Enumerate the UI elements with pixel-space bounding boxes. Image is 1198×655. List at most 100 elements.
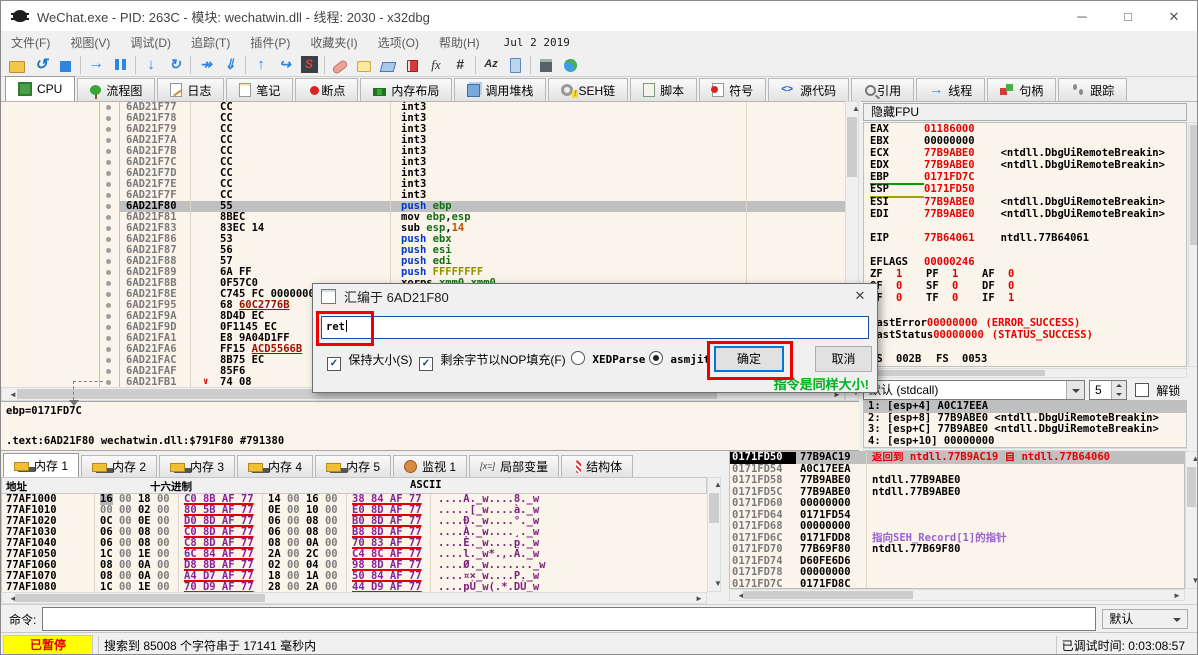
stack-row[interactable]: 0171FD5877B9ABE0ntdll.77B9ABE0 bbox=[730, 475, 1184, 487]
menu-item-5[interactable]: 插件(P) bbox=[240, 34, 300, 51]
breakpoint-dot-cell[interactable] bbox=[100, 278, 120, 289]
patches-button[interactable] bbox=[328, 54, 352, 76]
pause-button[interactable] bbox=[108, 54, 132, 76]
breakpoint-dot-cell[interactable] bbox=[100, 201, 120, 212]
stack-arguments-view[interactable]: 1: [esp+4] A0C17EEA2: [esp+8] 77B9ABE0 <… bbox=[863, 400, 1187, 448]
breakpoint-dot-cell[interactable] bbox=[100, 245, 120, 256]
breakpoint-dot-cell[interactable] bbox=[100, 157, 120, 168]
dump-tab-内存-3[interactable]: 内存 3 bbox=[159, 455, 235, 477]
bookmarks-button[interactable] bbox=[400, 54, 424, 76]
assemble-instruction-input[interactable]: ret bbox=[321, 316, 869, 339]
register-row[interactable] bbox=[864, 220, 1186, 232]
breakpoint-dot-cell[interactable] bbox=[100, 234, 120, 245]
tab-references[interactable]: 引用 bbox=[851, 78, 914, 101]
calling-convention-select[interactable]: 默认 (stdcall) bbox=[863, 380, 1085, 400]
command-profile-select[interactable]: 默认 bbox=[1102, 609, 1188, 629]
register-row[interactable]: CF0TF0IF1 bbox=[864, 292, 1186, 304]
ok-button[interactable]: 确定 bbox=[714, 346, 784, 372]
stepper-arrows-icon[interactable] bbox=[1111, 381, 1126, 399]
stack-row[interactable]: 0171FD6000000000 bbox=[730, 498, 1184, 510]
register-row[interactable]: ZF1PF1AF0 bbox=[864, 268, 1186, 280]
tab-callstack[interactable]: 调用堆栈 bbox=[454, 78, 546, 101]
menu-item-6[interactable]: 收藏夹(I) bbox=[300, 34, 367, 51]
hide-fpu-button[interactable]: 隐藏FPU bbox=[863, 103, 1187, 121]
stop-button[interactable] bbox=[53, 54, 77, 76]
maximize-button[interactable]: □ bbox=[1105, 2, 1151, 31]
breakpoint-dot-cell[interactable] bbox=[100, 300, 120, 311]
breakpoint-dot-cell[interactable] bbox=[100, 102, 120, 113]
tab-graph[interactable]: 流程图 bbox=[77, 78, 155, 101]
stack-row[interactable]: 0171FD6800000000 bbox=[730, 521, 1184, 533]
scylla-button[interactable] bbox=[297, 54, 321, 76]
tab-source[interactable]: 源代码 bbox=[768, 78, 849, 101]
step-out-button[interactable] bbox=[249, 54, 273, 76]
stack-panel[interactable]: 0171FD5077B9AC19返回到 ntdll.77B9AC19 自 ntd… bbox=[729, 451, 1185, 589]
tab-symbols[interactable]: 符号 bbox=[699, 78, 766, 101]
menu-item-3[interactable]: 调试(D) bbox=[120, 34, 181, 51]
breakpoint-dot-cell[interactable] bbox=[100, 344, 120, 355]
register-row[interactable]: EBP0171FD7C bbox=[864, 171, 1186, 183]
register-row[interactable]: GS002BFS0053 bbox=[864, 353, 1186, 365]
dump-tab-内存-1[interactable]: 内存 1 bbox=[3, 453, 79, 477]
stack-row[interactable]: 0171FD7C0171FD8C bbox=[730, 579, 1184, 590]
stack-row[interactable]: 0171FD640171FD54 bbox=[730, 510, 1184, 522]
breakpoint-dot-cell[interactable] bbox=[100, 223, 120, 234]
xedparse-option[interactable]: XEDParse bbox=[571, 351, 645, 366]
breakpoint-dot-cell[interactable] bbox=[100, 124, 120, 135]
asmjit-radio[interactable] bbox=[649, 351, 663, 365]
functions-button[interactable] bbox=[424, 54, 448, 76]
register-row[interactable]: LastStatus00000000(STATUS_SUCCESS) bbox=[864, 329, 1186, 341]
dump-tab-局部变量[interactable]: 局部变量 bbox=[469, 455, 559, 477]
settings-globe-button[interactable] bbox=[558, 54, 582, 76]
breakpoint-dot-cell[interactable] bbox=[100, 289, 120, 300]
register-row[interactable] bbox=[864, 304, 1186, 316]
stack-hscrollbar[interactable]: ◄► bbox=[729, 589, 1185, 601]
breakpoint-dot-cell[interactable] bbox=[100, 113, 120, 124]
asmjit-option[interactable]: asmjit bbox=[649, 351, 710, 366]
keep-size-checkbox[interactable] bbox=[327, 357, 341, 371]
tab-breakpoint[interactable]: 断点 bbox=[295, 78, 358, 101]
breakpoint-dot-cell[interactable] bbox=[100, 355, 120, 366]
breakpoint-dot-cell[interactable] bbox=[100, 322, 120, 333]
tab-log[interactable]: 日志 bbox=[157, 78, 224, 101]
stack-row[interactable]: 0171FD5C77B9ABE0ntdll.77B9ABE0 bbox=[730, 487, 1184, 499]
register-row[interactable] bbox=[864, 244, 1186, 256]
argument-row[interactable]: 4: [esp+10] 00000000 bbox=[864, 436, 1186, 448]
dump-hscrollbar[interactable]: ◄► bbox=[1, 592, 707, 604]
registers-view[interactable]: EAX01186000EBX00000000ECX77B9ABE0<ntdll.… bbox=[863, 122, 1187, 367]
register-row[interactable]: ESI77B9ABE0<ntdll.DbgUiRemoteBreakin> bbox=[864, 196, 1186, 208]
calculator-button[interactable] bbox=[534, 54, 558, 76]
breakpoint-dot-cell[interactable] bbox=[100, 366, 120, 377]
run-to-user-code-button[interactable] bbox=[218, 54, 242, 76]
chevron-down-icon[interactable] bbox=[1066, 381, 1084, 399]
run-button[interactable] bbox=[84, 54, 108, 76]
menu-item-4[interactable]: 追踪(T) bbox=[181, 34, 240, 51]
step-over-button[interactable] bbox=[163, 54, 187, 76]
register-row[interactable]: EIP77B64061ntdll.77B64061 bbox=[864, 232, 1186, 244]
menu-item-2[interactable]: 视图(V) bbox=[60, 34, 120, 51]
breakpoint-dot-cell[interactable] bbox=[100, 311, 120, 322]
breakpoint-dot-cell[interactable] bbox=[100, 168, 120, 179]
tab-threads[interactable]: 线程 bbox=[916, 78, 985, 101]
breakpoint-dot-cell[interactable] bbox=[100, 333, 120, 344]
menu-item-1[interactable]: 文件(F) bbox=[1, 34, 60, 51]
stack-row[interactable]: 0171FD5077B9AC19返回到 ntdll.77B9AC19 自 ntd… bbox=[730, 452, 1184, 464]
modules-button[interactable] bbox=[503, 54, 527, 76]
step-into-button[interactable] bbox=[139, 54, 163, 76]
stack-row[interactable]: 0171FD7800000000 bbox=[730, 567, 1184, 579]
unlock-checkbox[interactable] bbox=[1135, 383, 1149, 397]
menu-item-7[interactable]: 选项(O) bbox=[368, 34, 429, 51]
nop-fill-option[interactable]: 剩余字节以NOP填充(F) bbox=[419, 351, 566, 371]
tab-script[interactable]: 脚本 bbox=[630, 78, 697, 101]
open-file-button[interactable] bbox=[5, 54, 29, 76]
minimize-button[interactable]: ─ bbox=[1059, 2, 1105, 31]
register-row[interactable]: ECX77B9ABE0<ntdll.DbgUiRemoteBreakin> bbox=[864, 147, 1186, 159]
execute-till-return-button[interactable] bbox=[194, 54, 218, 76]
stack-row[interactable]: 0171FD74D60FE6D6 bbox=[730, 556, 1184, 568]
breakpoint-dot-cell[interactable] bbox=[100, 179, 120, 190]
tab-memmap[interactable]: 内存布局 bbox=[360, 78, 452, 101]
labels-button[interactable] bbox=[376, 54, 400, 76]
tab-seh[interactable]: SEH链 bbox=[548, 78, 628, 101]
tab-handles[interactable]: 句柄 bbox=[987, 78, 1056, 101]
register-row[interactable] bbox=[864, 341, 1186, 353]
